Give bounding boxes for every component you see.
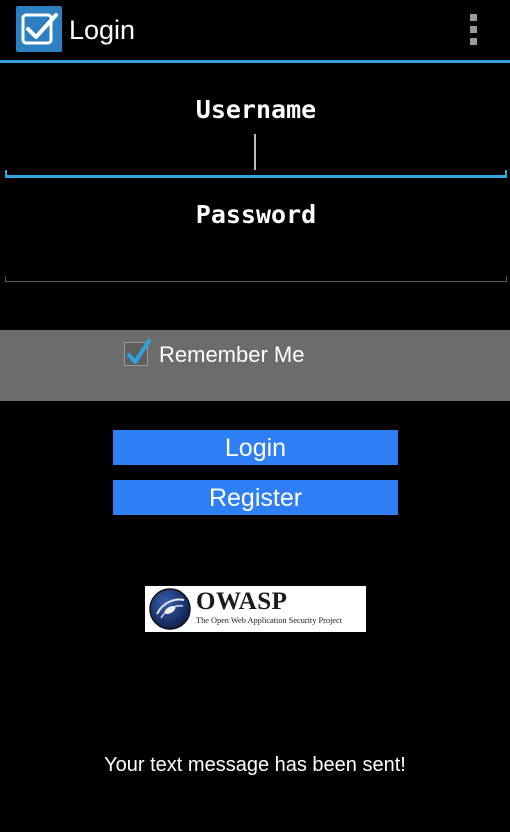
owasp-wasp-icon bbox=[149, 588, 191, 630]
remember-me-checkbox[interactable] bbox=[124, 339, 151, 366]
remember-me-label[interactable]: Remember Me bbox=[159, 342, 304, 368]
check-clipboard-icon bbox=[21, 13, 58, 45]
action-bar-divider bbox=[0, 60, 510, 63]
owasp-tagline: The Open Web Application Security Projec… bbox=[196, 616, 342, 625]
owasp-wordmark: OWASP bbox=[196, 588, 288, 615]
app-title: Login bbox=[69, 15, 136, 45]
checkmark-icon bbox=[127, 339, 151, 364]
status-message: Your text message has been sent! bbox=[104, 754, 406, 776]
owasp-logo: OWASP The Open Web Application Security … bbox=[145, 586, 366, 632]
password-field[interactable]: Password bbox=[5, 196, 507, 282]
username-hint: Username bbox=[195, 95, 317, 124]
username-underline bbox=[5, 170, 507, 178]
register-button[interactable]: Register bbox=[113, 480, 398, 515]
text-cursor bbox=[254, 134, 256, 170]
login-button[interactable]: Login bbox=[113, 430, 398, 465]
password-hint: Password bbox=[195, 200, 317, 229]
password-underline bbox=[5, 276, 507, 282]
more-vert-icon[interactable] bbox=[462, 12, 486, 48]
app-icon[interactable] bbox=[16, 6, 62, 52]
remember-me-panel: Remember Me bbox=[0, 330, 510, 401]
action-bar: Login bbox=[0, 0, 510, 60]
username-field[interactable]: Username bbox=[5, 90, 507, 178]
